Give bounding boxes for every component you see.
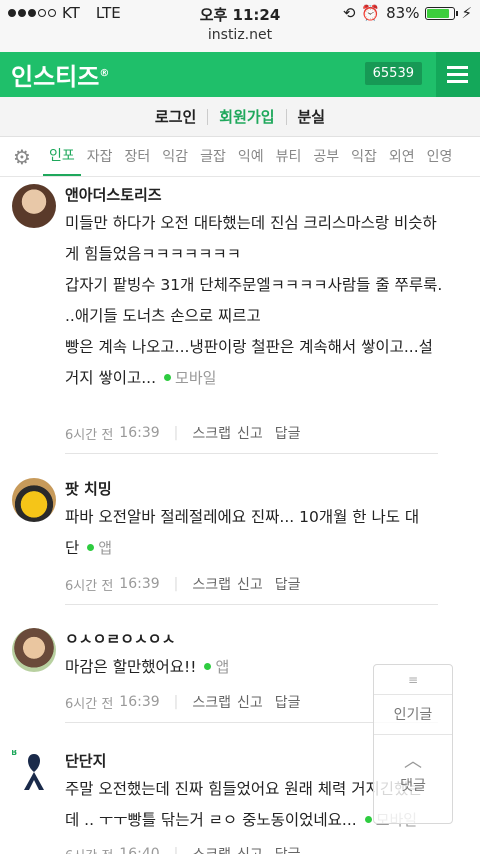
online-dot-icon — [204, 663, 212, 670]
comment-meta: 6시간 전 16:39 | 스크랩 신고 답글 — [65, 423, 301, 443]
scrap-button[interactable]: 스크랩 — [192, 692, 231, 712]
comment-body: 미들만 하다가 오전 대타했는데 진심 크리스마스랑 비슷하 게 힘들었음ㅋㅋㅋ… — [65, 214, 443, 387]
tab-category[interactable]: 익잡 — [345, 137, 383, 176]
tab-category[interactable]: 공부 — [307, 137, 345, 176]
tab-category[interactable]: 익감 — [156, 137, 194, 176]
reply-button[interactable]: 답글 — [275, 574, 301, 594]
report-button[interactable]: 신고 — [237, 423, 263, 443]
tab-category[interactable]: 글잡 — [194, 137, 232, 176]
scrap-button[interactable]: 스크랩 — [192, 844, 231, 854]
alarm-icon: ⏰ — [361, 4, 381, 22]
tab-category[interactable]: 익예 — [232, 137, 270, 176]
comment-clock: 16:39 — [119, 694, 160, 710]
avatar[interactable]: b — [12, 184, 56, 228]
comment-nickname[interactable]: 단단지 — [65, 750, 106, 771]
divider — [65, 453, 438, 454]
comment-nickname[interactable]: ㅇㅅㅇㄹㅇㅅㅇㅅ — [65, 628, 175, 649]
status-bar: KT LTE 오후 11:24 ⟲ ⏰ 83% ⚡ instiz.net — [0, 0, 480, 52]
device-label: 모바일 — [175, 369, 217, 387]
category-nav: ⚙ 인포 자잡 장터 익감 글잡 익예 뷰티 공부 익잡 외연 인영 — [0, 137, 480, 177]
comment-time: 6시간 전 — [65, 696, 114, 712]
avatar[interactable]: b — [12, 628, 56, 672]
floating-quick-nav: ≡ 인기글 ︿ 댓글 — [373, 664, 453, 824]
device-label: 앱 — [215, 658, 230, 676]
online-dot-icon — [87, 544, 95, 551]
menu-button[interactable] — [436, 52, 480, 97]
online-dot-icon — [364, 816, 372, 823]
charging-icon: ⚡ — [461, 4, 472, 22]
tab-category[interactable]: 자잡 — [81, 137, 119, 176]
scrap-button[interactable]: 스크랩 — [192, 574, 231, 594]
tab-category[interactable]: 인포 — [43, 138, 81, 176]
rotation-lock-icon: ⟲ — [342, 4, 356, 22]
tab-category[interactable]: 외연 — [383, 137, 421, 176]
comment-clock: 16:39 — [119, 576, 160, 592]
drag-handle-icon[interactable]: ≡ — [374, 665, 452, 695]
tab-category[interactable]: 장터 — [119, 137, 157, 176]
comment-body: 파바 오전알바 절레절레에요 진짜... 10개월 한 나도 대 단앱 — [65, 508, 420, 557]
online-dot-icon — [164, 374, 172, 381]
comment-time: 6시간 전 — [65, 845, 113, 854]
comment-nickname[interactable]: 앤아더스토리즈 — [65, 184, 162, 205]
avatar[interactable]: b — [12, 478, 56, 522]
report-button[interactable]: 신고 — [237, 844, 263, 854]
signup-link[interactable]: 회원가입 — [208, 108, 287, 125]
tab-category[interactable]: 뷰티 — [270, 137, 308, 176]
tab-category[interactable]: 인영 — [421, 137, 459, 176]
avatar[interactable]: B — [12, 750, 56, 794]
lost-account-link[interactable]: 분실 — [287, 109, 337, 125]
comment-meta: 6시간 전 16:39 | 스크랩 신고 답글 — [65, 574, 301, 594]
device-label: 앱 — [98, 539, 113, 557]
scrap-button[interactable]: 스크랩 — [192, 423, 231, 443]
report-button[interactable]: 신고 — [237, 692, 263, 712]
ribbon-icon — [24, 754, 44, 790]
divider — [65, 604, 438, 605]
gear-icon[interactable]: ⚙ — [13, 146, 35, 168]
login-link[interactable]: 로그인 — [144, 108, 209, 125]
comment-time: 6시간 전 — [65, 427, 114, 443]
battery-percent: 83% — [386, 4, 420, 22]
comment-meta: 6시간 전 16:40 | 스크랩 신고 답글 — [65, 844, 301, 854]
visitor-count-badge[interactable]: 65539 — [364, 62, 422, 85]
comments-button[interactable]: 댓글 — [374, 775, 452, 795]
report-button[interactable]: 신고 — [237, 574, 263, 594]
battery-icon — [425, 6, 459, 20]
site-header: 인스티즈® 65539 — [0, 52, 480, 97]
comment-clock: 16:40 — [119, 846, 160, 854]
comment-nickname[interactable]: 팟 치밍 — [65, 478, 112, 499]
comment-time: 6시간 전 — [65, 578, 114, 594]
comment-meta: 6시간 전 16:39 | 스크랩 신고 답글 — [65, 692, 301, 712]
reply-button[interactable]: 답글 — [275, 423, 301, 443]
url-bar[interactable]: instiz.net — [0, 27, 480, 43]
site-logo[interactable]: 인스티즈® — [11, 57, 109, 92]
chevron-up-icon[interactable]: ︿ — [374, 747, 452, 773]
login-bar: 로그인 회원가입 분실 — [0, 97, 480, 137]
reply-button[interactable]: 답글 — [275, 692, 301, 712]
comment-clock: 16:39 — [119, 425, 160, 441]
reply-button[interactable]: 답글 — [275, 844, 301, 854]
popular-posts-button[interactable]: 인기글 — [374, 695, 452, 735]
